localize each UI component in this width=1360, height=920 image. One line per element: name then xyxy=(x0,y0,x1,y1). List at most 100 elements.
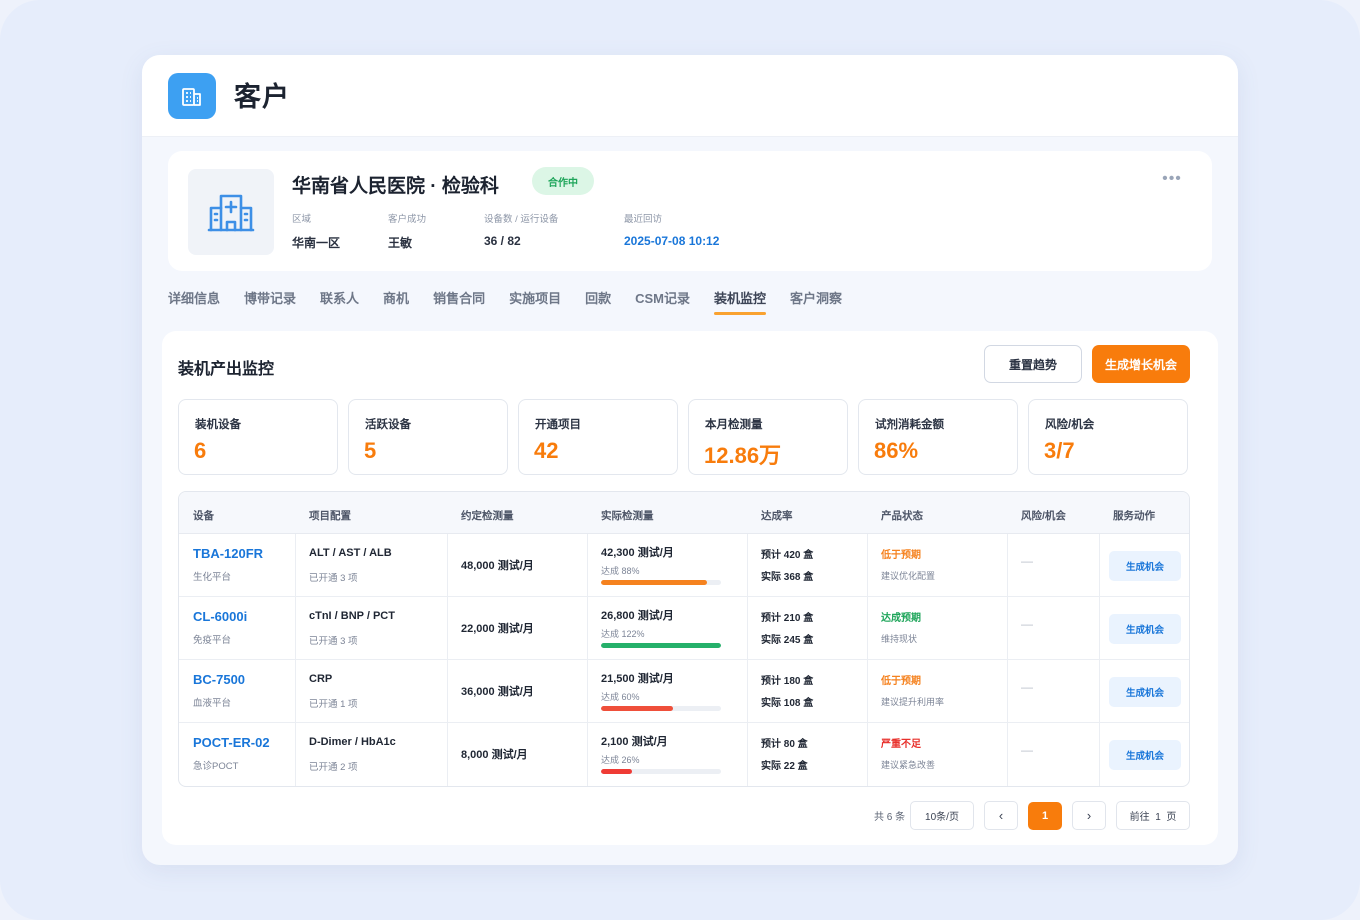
item-config-note: 已开通 1 项 xyxy=(309,699,358,710)
more-dots-icon[interactable]: ••• xyxy=(1158,171,1186,191)
column-divider xyxy=(747,723,748,786)
contract-volume: 48,000 测试/月 xyxy=(461,560,534,572)
item-config-note: 已开通 2 项 xyxy=(309,762,358,773)
tab-payments[interactable]: 回款 xyxy=(585,281,611,315)
column-divider xyxy=(295,597,296,660)
plan-boxes: 预计 80 盒 xyxy=(761,739,808,750)
reset-trend-button[interactable]: 重置趋势 xyxy=(984,345,1082,383)
generate-opportunity-button[interactable]: 生成增长机会 xyxy=(1092,345,1190,383)
kpi-card: 装机设备 6 xyxy=(178,399,338,475)
actual-volume: 21,500 测试/月 xyxy=(601,673,674,685)
column-divider xyxy=(447,723,448,786)
column-divider xyxy=(295,534,296,597)
column-divider xyxy=(295,723,296,786)
meta-devices: 设备数 / 运行设备 36 / 82 xyxy=(484,214,559,248)
contract-volume: 22,000 测试/月 xyxy=(461,623,534,635)
risk-opportunity: — xyxy=(1021,680,1033,694)
generate-opportunity-row-button[interactable]: 生成机会 xyxy=(1109,677,1181,707)
item-config: D-Dimer / HbA1c xyxy=(309,736,396,748)
column-divider xyxy=(1007,534,1008,597)
risk-opportunity: — xyxy=(1021,743,1033,757)
tab-install-monitor[interactable]: 装机监控 xyxy=(714,281,767,315)
plan-boxes: 预计 420 盒 xyxy=(761,550,814,561)
kpi-card: 活跃设备 5 xyxy=(348,399,508,475)
achieve-progress-bar xyxy=(601,643,721,648)
panel-title: 装机产出监控 xyxy=(178,361,275,378)
achieve-text: 达成 88% xyxy=(601,566,640,576)
generate-opportunity-row-button[interactable]: 生成机会 xyxy=(1109,551,1181,581)
achieve-progress-bar xyxy=(601,580,721,585)
tab-projects[interactable]: 实施项目 xyxy=(509,281,561,315)
product-status: 低于预期 xyxy=(881,676,921,687)
item-config: cTnI / BNP / PCT xyxy=(309,610,395,622)
column-divider xyxy=(587,660,588,723)
achieve-progress-bar xyxy=(601,769,721,774)
generate-opportunity-row-button[interactable]: 生成机会 xyxy=(1109,740,1181,770)
column-divider xyxy=(1099,534,1100,597)
table-row: BC-7500 血液平台 CRP 已开通 1 项 36,000 测试/月 21,500 测… xyxy=(179,660,1189,723)
actual-boxes: 实际 22 盒 xyxy=(761,761,808,772)
column-divider xyxy=(1099,597,1100,660)
achieve-text: 达成 60% xyxy=(601,692,640,702)
device-platform: 血液平台 xyxy=(193,698,232,709)
actual-volume: 2,100 测试/月 xyxy=(601,736,668,748)
actual-boxes: 实际 368 盒 xyxy=(761,572,814,583)
achieve-progress-fill xyxy=(601,706,673,711)
product-status: 达成预期 xyxy=(881,613,921,624)
contract-volume: 8,000 测试/月 xyxy=(461,749,528,761)
tab-contacts[interactable]: 联系人 xyxy=(320,281,359,315)
device-name-link[interactable]: TBA-120FR xyxy=(193,546,263,561)
device-name-link[interactable]: POCT-ER-02 xyxy=(193,735,270,750)
device-name-link[interactable]: CL-6000i xyxy=(193,609,247,624)
item-config-note: 已开通 3 项 xyxy=(309,573,358,584)
column-divider xyxy=(867,660,868,723)
product-status-note: 建议提升利用率 xyxy=(881,697,945,707)
meta-last-visit: 最近回访 2025-07-08 10:12 xyxy=(624,214,720,248)
next-page-button[interactable]: › xyxy=(1072,801,1106,830)
customer-window: 客户 华南省人民医院 · 检验科 合作中 ••• 区域 华南一区 客户成功 王敏… xyxy=(142,55,1238,865)
kpi-card: 风险/机会 3/7 xyxy=(1028,399,1188,475)
kpi-card: 试剂消耗金额 86% xyxy=(858,399,1018,475)
page-size-select[interactable]: 10条/页 xyxy=(910,801,974,830)
column-divider xyxy=(1099,660,1100,723)
tab-csm[interactable]: CSM记录 xyxy=(635,281,690,315)
device-platform: 急诊POCT xyxy=(193,761,239,772)
column-divider xyxy=(447,660,448,723)
column-divider xyxy=(867,723,868,786)
table-header: 设备 项目配置 约定检测量 实际检测量 达成率 产品状态 风险/机会 服务动作 xyxy=(179,492,1189,534)
tab-opportunities[interactable]: 商机 xyxy=(383,281,409,315)
actual-volume: 26,800 测试/月 xyxy=(601,610,674,622)
app-title: 客户 xyxy=(234,82,290,112)
device-name-link[interactable]: BC-7500 xyxy=(193,672,245,687)
building-icon xyxy=(168,73,216,119)
tab-bar: 详细信息 博带记录 联系人 商机 销售合同 实施项目 回款 CSM记录 装机监控… xyxy=(168,281,866,317)
kpi-card: 开通项目 42 xyxy=(518,399,678,475)
achieve-progress-fill xyxy=(601,580,707,585)
tab-records[interactable]: 博带记录 xyxy=(244,281,296,315)
column-divider xyxy=(1007,597,1008,660)
product-status: 严重不足 xyxy=(881,739,921,750)
kpi-card: 本月检测量 12.86万 xyxy=(688,399,848,475)
prev-page-button[interactable]: ‹ xyxy=(984,801,1018,830)
customer-profile-card: 华南省人民医院 · 检验科 合作中 ••• 区域 华南一区 客户成功 王敏 设备… xyxy=(168,151,1212,271)
plan-boxes: 预计 210 盒 xyxy=(761,613,814,624)
generate-opportunity-row-button[interactable]: 生成机会 xyxy=(1109,614,1181,644)
device-platform: 生化平台 xyxy=(193,572,232,583)
tab-contracts[interactable]: 销售合同 xyxy=(433,281,485,315)
actual-boxes: 实际 245 盒 xyxy=(761,635,814,646)
column-divider xyxy=(447,534,448,597)
item-config-note: 已开通 3 项 xyxy=(309,636,358,647)
page-1-button[interactable]: 1 xyxy=(1028,802,1062,830)
tab-details[interactable]: 详细信息 xyxy=(168,281,220,315)
column-divider xyxy=(1007,660,1008,723)
column-divider xyxy=(867,597,868,660)
top-bar: 客户 xyxy=(142,55,1238,137)
goto-page-input[interactable]: 前往 1 页 xyxy=(1116,801,1190,830)
actual-boxes: 实际 108 盒 xyxy=(761,698,814,709)
achieve-text: 达成 26% xyxy=(601,755,640,765)
item-config: CRP xyxy=(309,673,333,685)
status-badge: 合作中 xyxy=(532,167,594,195)
table-row: CL-6000i 免疫平台 cTnI / BNP / PCT 已开通 3 项 22,00… xyxy=(179,597,1189,660)
customer-name: 华南省人民医院 · 检验科 xyxy=(292,176,499,197)
tab-insights[interactable]: 客户洞察 xyxy=(790,281,842,315)
